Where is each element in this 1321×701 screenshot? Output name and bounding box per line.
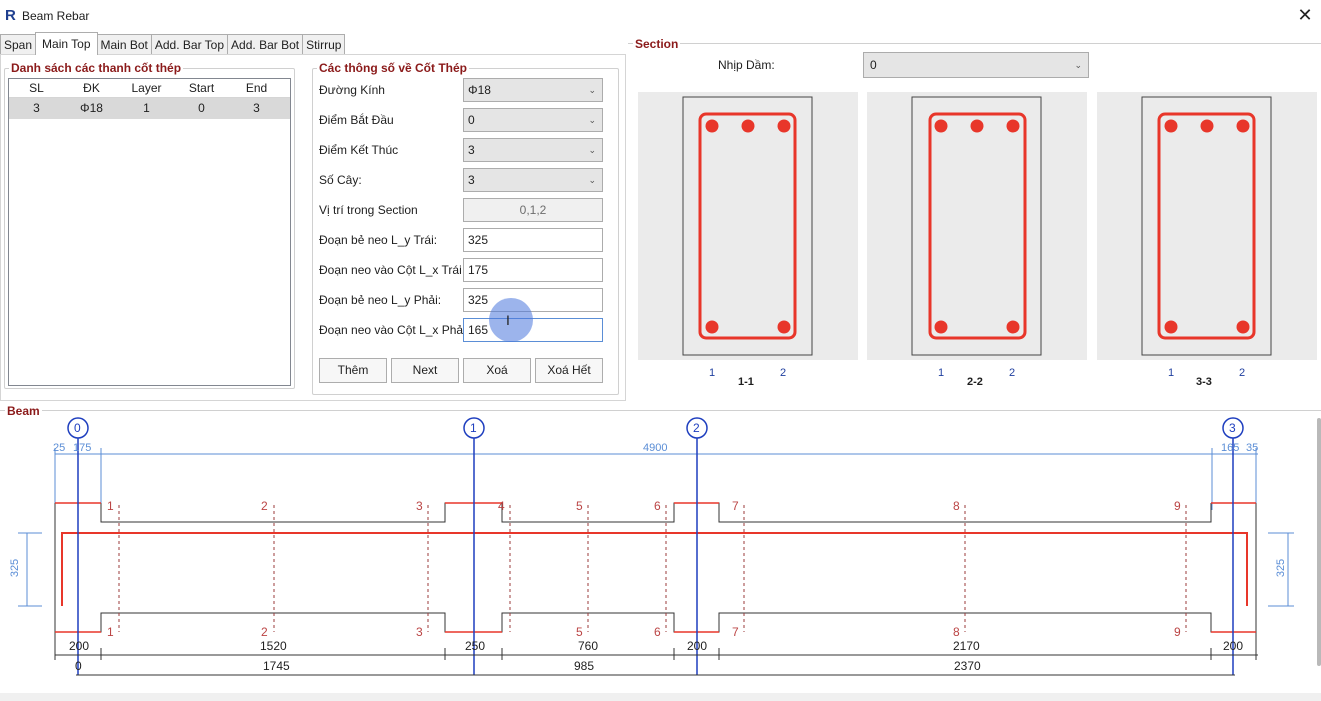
rebar-dot bbox=[970, 119, 984, 133]
side-dim-right: 325 bbox=[1275, 558, 1288, 578]
bottom-dim-760: 760 bbox=[578, 639, 599, 653]
rebar-dot bbox=[1236, 320, 1250, 334]
rebar-dot bbox=[777, 119, 791, 133]
bottom-dim-200-right: 200 bbox=[1223, 639, 1244, 653]
point-label-1: 1 bbox=[107, 499, 114, 513]
section-1-left-num: 1 bbox=[709, 367, 716, 379]
bottom-dim-1520: 1520 bbox=[260, 639, 287, 653]
bottom-dim-2170: 2170 bbox=[953, 639, 980, 653]
span-dim-2370: 2370 bbox=[954, 659, 981, 673]
point-label-7: 7 bbox=[732, 499, 739, 513]
rebar-dot bbox=[705, 119, 719, 133]
point-label-4: 4 bbox=[498, 499, 505, 513]
bottom-point-label-5: 5 bbox=[576, 625, 583, 639]
bottom-point-label-7: 7 bbox=[732, 625, 739, 639]
top-dim-25: 25 bbox=[53, 442, 66, 454]
axis-label-0: 0 bbox=[74, 421, 81, 435]
point-label-9: 9 bbox=[1174, 499, 1181, 513]
section-2-label: 2-2 bbox=[967, 376, 983, 388]
span-dim-1745: 1745 bbox=[263, 659, 290, 673]
top-dim-165: 165 bbox=[1221, 442, 1240, 454]
section-3-left-num: 1 bbox=[1168, 367, 1175, 379]
rebar-dot bbox=[1006, 119, 1020, 133]
top-dim-175: 175 bbox=[73, 442, 92, 454]
window-bottom-edge bbox=[0, 693, 1321, 701]
bottom-dim-200-left: 200 bbox=[69, 639, 90, 653]
section-1-right-num: 2 bbox=[780, 367, 787, 379]
section-3-label: 3-3 bbox=[1196, 376, 1212, 388]
section-3-right-num: 2 bbox=[1239, 367, 1246, 379]
axis-label-3: 3 bbox=[1229, 421, 1236, 435]
section-1-label: 1-1 bbox=[738, 376, 754, 388]
span-dim-985: 985 bbox=[574, 659, 595, 673]
rebar-dot bbox=[741, 119, 755, 133]
point-label-5: 5 bbox=[576, 499, 583, 513]
side-dim-left: 325 bbox=[9, 558, 22, 578]
bottom-point-label-2: 2 bbox=[261, 625, 268, 639]
bottom-point-label-9: 9 bbox=[1174, 625, 1181, 639]
top-dim-4900: 4900 bbox=[643, 442, 668, 454]
axis-label-2: 2 bbox=[693, 421, 700, 435]
point-label-3: 3 bbox=[416, 499, 423, 513]
beam-scrollbar[interactable] bbox=[1317, 418, 1321, 666]
tab-main-top[interactable]: Main Top bbox=[35, 32, 98, 55]
bottom-dim-200-mid: 200 bbox=[687, 639, 708, 653]
rebar-dot bbox=[1236, 119, 1250, 133]
top-dim-35: 35 bbox=[1246, 442, 1259, 454]
span-dim-0: 0 bbox=[75, 659, 82, 673]
bottom-point-label-3: 3 bbox=[416, 625, 423, 639]
point-label-6: 6 bbox=[654, 499, 661, 513]
section-2-left-num: 1 bbox=[938, 367, 945, 379]
bottom-point-label-8: 8 bbox=[953, 625, 960, 639]
point-label-8: 8 bbox=[953, 499, 960, 513]
rebar-dot bbox=[777, 320, 791, 334]
section-2-2 bbox=[911, 96, 1042, 356]
rebar-dot bbox=[934, 320, 948, 334]
section-drawings bbox=[682, 96, 1272, 356]
section-2-right-num: 2 bbox=[1009, 367, 1016, 379]
rebar-dot bbox=[1164, 320, 1178, 334]
rebar-dot bbox=[1200, 119, 1214, 133]
rebar-dot bbox=[705, 320, 719, 334]
rebar-dot bbox=[934, 119, 948, 133]
bottom-dim-250: 250 bbox=[465, 639, 486, 653]
bottom-point-label-6: 6 bbox=[654, 625, 661, 639]
section-3-3 bbox=[1141, 96, 1272, 356]
bottom-point-label-1: 1 bbox=[107, 625, 114, 639]
axis-label-1: 1 bbox=[470, 421, 477, 435]
point-label-2: 2 bbox=[261, 499, 268, 513]
rebar-dot bbox=[1006, 320, 1020, 334]
section-1-1 bbox=[682, 96, 813, 356]
rebar-dot bbox=[1164, 119, 1178, 133]
